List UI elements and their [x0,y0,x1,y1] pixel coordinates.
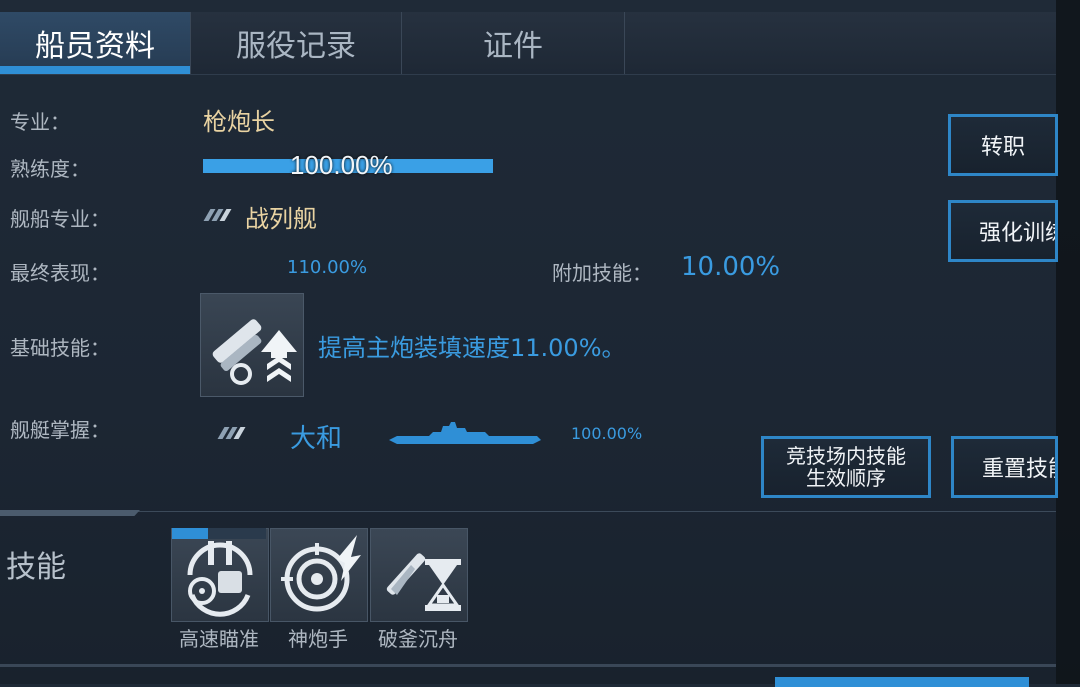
base-skill-label: 基础技能： [10,336,110,360]
proficiency-label: 熟练度： [10,157,90,181]
rapid-aim-icon [187,541,253,617]
transfer-button-label: 转职 [980,135,1025,160]
tab-certificates[interactable]: 证件 [402,12,625,74]
training-button-label: 强化训练 [979,221,1055,246]
arena-skill-order-button[interactable]: 竞技场内技能生效顺序 [761,436,931,498]
extra-skill-value: 10.00% [681,252,781,282]
training-button[interactable]: 强化训练 [948,200,1058,262]
ship-specialty-value: 战列舰 [245,205,317,233]
screen-edge [1056,0,1080,684]
skill-slot-progress-bar [172,528,266,539]
section-divider-accent [0,510,140,516]
arena-skill-order-label: 竞技场内技能生效顺序 [786,444,906,490]
bottom-divider [0,664,1056,667]
tab-certificates-label: 证件 [483,29,543,64]
sharpshooter-icon [281,535,361,612]
proficiency-value: 100.00% [290,150,393,180]
skills-section-title: 技能 [6,550,66,585]
skill-slot-rapid-aim[interactable] [171,528,269,622]
last-stand-icon [386,553,461,611]
tab-service-record[interactable]: 服役记录 [191,12,402,74]
tab-crew-info-label: 船员资料 [35,29,155,64]
skill-name-rapid-aim: 高速瞄准 [179,627,259,651]
skill-slot-sharpshooter[interactable] [270,528,368,622]
reset-skills-label: 重置技能 [982,457,1055,482]
extra-skill-label: 附加技能： [552,261,652,285]
mastery-ship-name: 大和 [290,424,343,454]
mastery-stripes-icon [217,427,247,439]
specialty-label: 专业： [10,110,70,134]
ship-mastery-label: 舰艇掌握： [10,418,110,442]
reset-skills-button[interactable]: 重置技能 [951,436,1058,498]
transfer-button[interactable]: 转职 [948,114,1058,176]
skill-name-last-stand: 破釜沉舟 [378,627,458,651]
base-skill-description: 提高主炮装填速度11.00%。 [318,334,626,362]
ship-specialty-label: 舰船专业： [10,207,110,231]
mastery-value: 100.00% [571,424,643,443]
section-divider [0,511,1056,512]
battleship-silhouette-icon [389,422,541,444]
specialty-value: 枪炮长 [203,108,275,136]
final-performance-value: 110.00% [287,257,368,278]
skill-slot-last-stand[interactable] [370,528,468,622]
tab-crew-info[interactable]: 船员资料 [0,12,191,74]
tab-service-record-label: 服役记录 [236,29,356,64]
final-performance-label: 最终表现： [10,261,110,285]
ship-class-stripes-icon [203,209,233,221]
skill-name-sharpshooter: 神炮手 [288,627,348,651]
bottom-action-button[interactable] [775,677,1029,687]
tab-bar: 船员资料 服役记录 证件 [0,12,1056,75]
reload-skill-icon [200,293,304,397]
